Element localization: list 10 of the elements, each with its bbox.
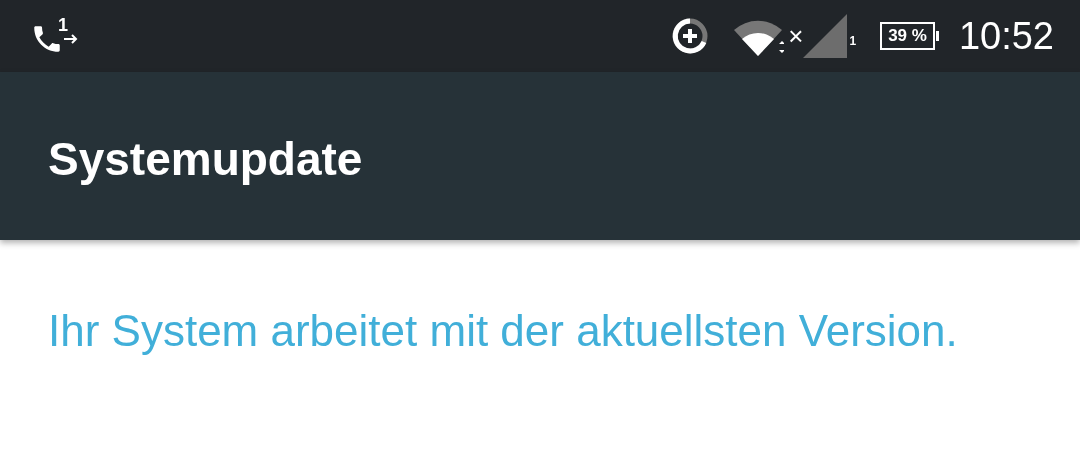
sim-number: 1: [58, 16, 68, 34]
status-message: Ihr System arbeitet mit der aktuellsten Version.: [48, 305, 959, 357]
page-title: Systemupdate: [48, 132, 363, 186]
clock: 10:52: [958, 14, 1054, 58]
signal-icon: [803, 14, 848, 58]
battery-nub: [935, 31, 939, 41]
sim-number: 1: [849, 34, 857, 48]
data-off-mark: ×: [788, 20, 804, 52]
arrow-icon: [64, 34, 80, 44]
battery-percentage: 39 %: [880, 22, 935, 50]
